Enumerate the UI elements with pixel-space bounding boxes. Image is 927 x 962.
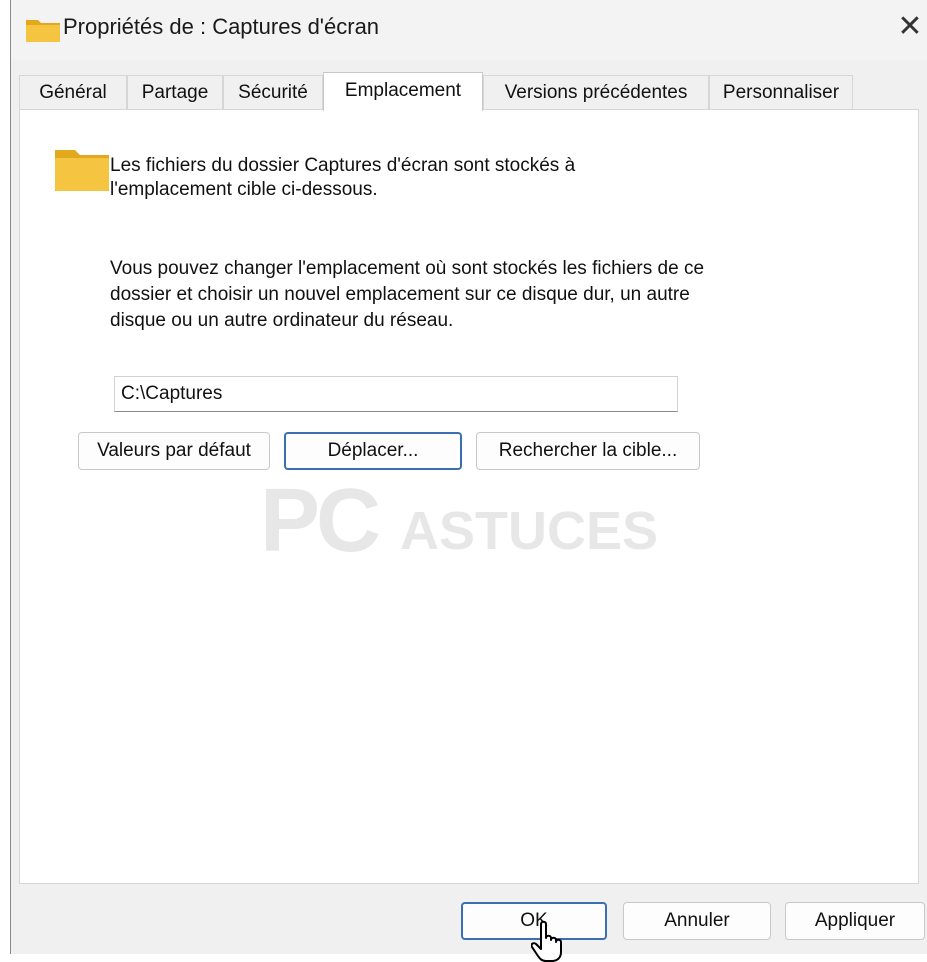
window-title: Propriétés de : Captures d'écran (63, 14, 380, 39)
tab-general[interactable]: Général (19, 75, 127, 109)
location-panel: Les fichiers du dossier Captures d'écran… (19, 109, 919, 884)
folder-icon (55, 150, 109, 191)
location-intro-text: Les fichiers du dossier Captures d'écran… (110, 155, 576, 200)
target-path-input[interactable] (114, 376, 678, 412)
watermark-mark: PC (260, 471, 381, 571)
tab-security[interactable]: Sécurité (223, 75, 323, 109)
tab-strip: Général Partage Sécurité Emplacement Ver… (19, 72, 919, 111)
properties-dialog: Propriétés de : Captures d'écran ✕ Génér… (10, 0, 927, 962)
tab-sharing[interactable]: Partage (127, 75, 223, 109)
title-bar: Propriétés de : Captures d'écran ✕ (11, 0, 927, 60)
tab-location[interactable]: Emplacement (323, 72, 483, 111)
pointer-cursor-icon (531, 920, 562, 962)
cancel-button[interactable]: Annuler (623, 902, 771, 940)
close-icon[interactable]: ✕ (895, 10, 925, 44)
watermark-logo: PC ASTUCES (260, 460, 710, 571)
find-target-button[interactable]: Rechercher la cible... (476, 432, 700, 470)
folder-icon (26, 20, 60, 42)
tab-customize[interactable]: Personnaliser (709, 75, 853, 109)
apply-button[interactable]: Appliquer (785, 902, 925, 940)
location-description-text: Vous pouvez changer l'emplacement où son… (110, 258, 705, 331)
tab-previous-versions[interactable]: Versions précédentes (483, 75, 709, 109)
watermark-word: ASTUCES (400, 501, 659, 561)
move-button[interactable]: Déplacer... (284, 432, 462, 470)
restore-default-button[interactable]: Valeurs par défaut (78, 432, 270, 470)
